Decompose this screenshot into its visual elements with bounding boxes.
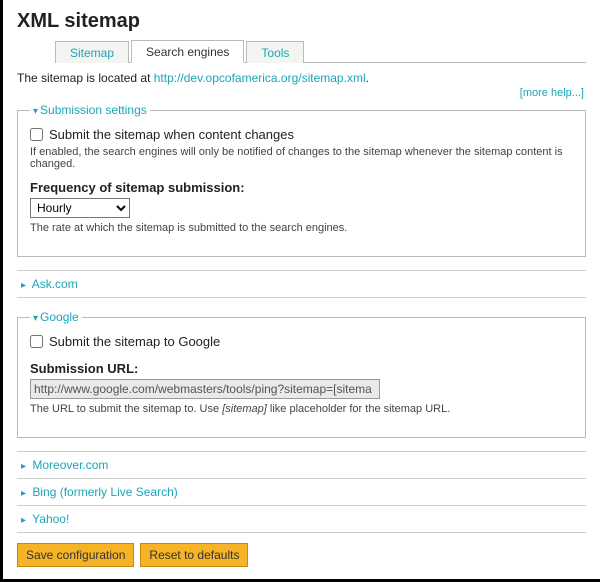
url-desc-placeholder: [sitemap]: [222, 403, 267, 415]
expand-arrow-right-icon: ▸: [21, 461, 26, 472]
sitemap-url-link[interactable]: http://dev.opcofamerica.org/sitemap.xml: [154, 71, 366, 85]
yahoo-legend: Yahoo!: [32, 512, 69, 526]
submission-url-input[interactable]: [30, 379, 380, 399]
intro-text: The sitemap is located at http://dev.opc…: [17, 71, 586, 85]
expand-arrow-right-icon: ▸: [21, 280, 26, 291]
collapse-arrow-down-icon: ▾: [33, 106, 38, 117]
submit-on-change-checkbox[interactable]: [30, 128, 43, 141]
submit-google-checkbox[interactable]: [30, 335, 43, 348]
expand-arrow-right-icon: ▸: [21, 488, 26, 499]
moreover-collapsed[interactable]: ▸ Moreover.com: [17, 451, 586, 479]
frequency-desc: The rate at which the sitemap is submitt…: [30, 222, 573, 234]
frequency-label: Frequency of sitemap submission:: [30, 180, 573, 195]
tab-search-engines[interactable]: Search engines: [131, 40, 244, 63]
submit-google-label: Submit the sitemap to Google: [49, 334, 220, 349]
submit-on-change-desc: If enabled, the search engines will only…: [30, 146, 573, 170]
url-desc-pre: The URL to submit the sitemap to. Use: [30, 403, 222, 415]
page-title: XML sitemap: [17, 10, 586, 33]
moreover-legend: Moreover.com: [32, 458, 108, 472]
save-button[interactable]: Save configuration: [17, 543, 134, 567]
reset-button[interactable]: Reset to defaults: [140, 543, 248, 567]
submit-on-change-label: Submit the sitemap when content changes: [49, 127, 294, 142]
intro-suffix: .: [366, 71, 369, 85]
intro-prefix: The sitemap is located at: [17, 71, 154, 85]
more-help-link[interactable]: [more help...]: [17, 87, 584, 99]
tab-sitemap[interactable]: Sitemap: [55, 41, 129, 63]
frequency-select[interactable]: Hourly: [30, 198, 130, 218]
submission-settings-legend-text: Submission settings: [40, 103, 147, 117]
bing-legend: Bing (formerly Live Search): [32, 485, 177, 499]
submission-settings-legend[interactable]: ▾Submission settings: [30, 103, 150, 117]
bing-collapsed[interactable]: ▸ Bing (formerly Live Search): [17, 478, 586, 506]
google-legend-text: Google: [40, 310, 79, 324]
page-wrapper: XML sitemap Sitemap Search engines Tools…: [0, 0, 600, 582]
google-fieldset: ▾Google Submit the sitemap to Google Sub…: [17, 310, 586, 438]
tab-bar: Sitemap Search engines Tools: [55, 39, 586, 63]
ask-legend: Ask.com: [32, 277, 78, 291]
button-row: Save configuration Reset to defaults: [17, 543, 586, 567]
google-legend[interactable]: ▾Google: [30, 310, 82, 324]
submission-url-desc: The URL to submit the sitemap to. Use [s…: [30, 403, 573, 415]
submission-url-label: Submission URL:: [30, 361, 573, 376]
expand-arrow-right-icon: ▸: [21, 515, 26, 526]
collapse-arrow-down-icon: ▾: [33, 313, 38, 324]
tab-tools[interactable]: Tools: [246, 41, 304, 63]
yahoo-collapsed[interactable]: ▸ Yahoo!: [17, 505, 586, 533]
ask-collapsed[interactable]: ▸ Ask.com: [17, 270, 586, 298]
url-desc-post: like placeholder for the sitemap URL.: [267, 403, 450, 415]
submission-settings-fieldset: ▾Submission settings Submit the sitemap …: [17, 103, 586, 257]
